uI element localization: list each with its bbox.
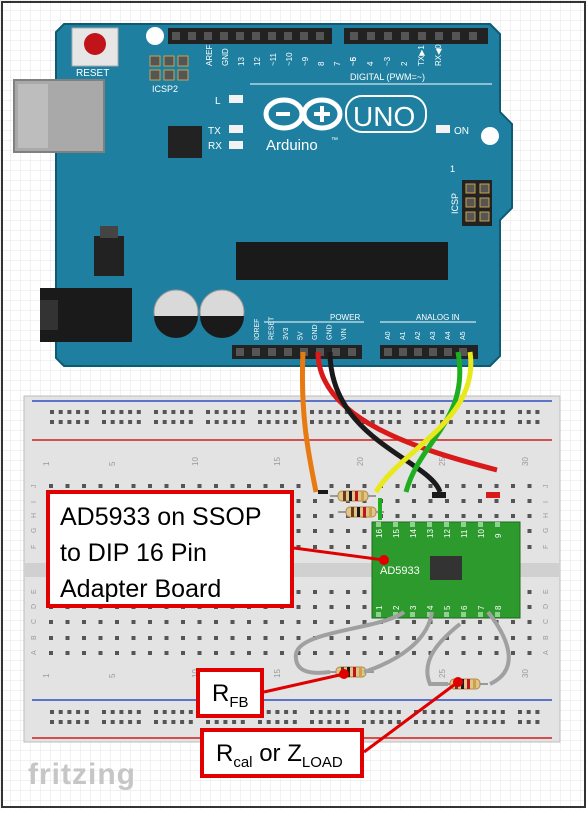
image-frame: [1, 1, 586, 808]
diagram-canvas: RESET ICSP2 AREF GND 13 12 ~11 ~10 ~9 8 7 ~6 ~5 4 ~3…: [0, 0, 587, 809]
